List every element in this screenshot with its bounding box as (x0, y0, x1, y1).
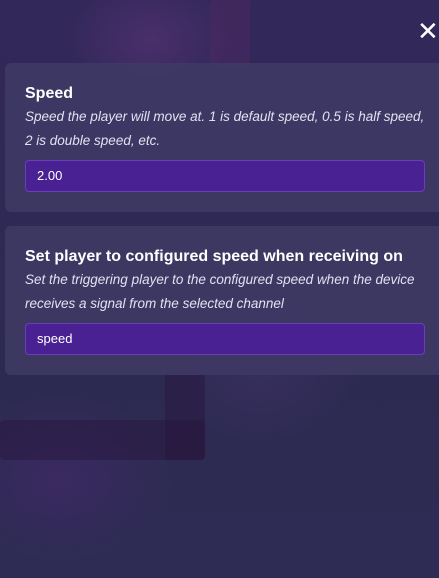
speed-setting-card: Speed Speed the player will move at. 1 i… (5, 63, 439, 212)
trigger-title: Set player to configured speed when rece… (25, 248, 403, 265)
speed-input[interactable]: 2.00 (25, 160, 425, 192)
trigger-description: Set the triggering player to the configu… (25, 272, 415, 311)
speed-description: Speed the player will move at. 1 is defa… (25, 109, 425, 148)
background-shape (210, 0, 250, 70)
trigger-setting-card: Set player to configured speed when rece… (5, 226, 439, 375)
channel-input[interactable]: speed (25, 323, 425, 355)
background-shape (165, 370, 205, 460)
close-icon[interactable]: ✕ (417, 18, 439, 46)
speed-title: Speed (25, 85, 74, 102)
